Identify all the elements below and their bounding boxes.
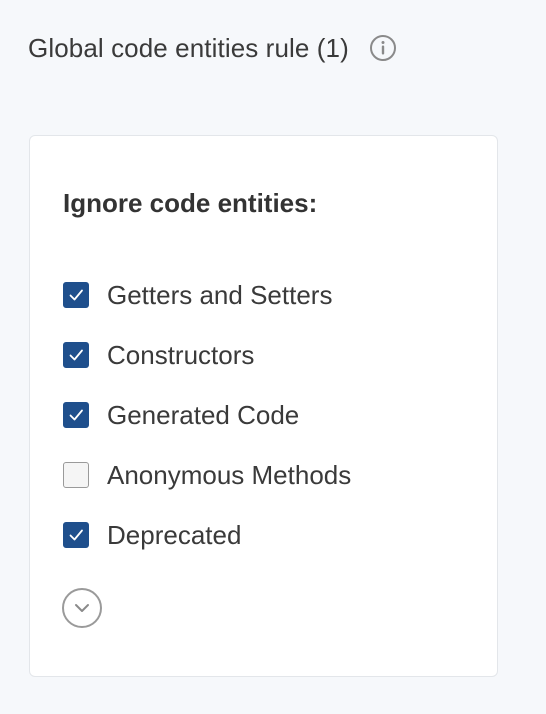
option-getters-and-setters[interactable]: Getters and Setters — [63, 265, 351, 325]
checkbox[interactable] — [63, 282, 89, 308]
checkbox[interactable] — [63, 402, 89, 428]
options-list: Getters and Setters Constructors Generat… — [63, 265, 351, 565]
option-label: Deprecated — [107, 519, 242, 550]
checkmark-icon — [69, 529, 83, 541]
card-heading: Ignore code entities: — [63, 188, 318, 218]
option-constructors[interactable]: Constructors — [63, 325, 351, 385]
checkbox[interactable] — [63, 342, 89, 368]
rule-title: Global code entities rule (1) — [28, 32, 349, 63]
option-label: Anonymous Methods — [107, 459, 352, 490]
rule-header: Global code entities rule (1) — [28, 30, 397, 66]
option-label: Generated Code — [107, 399, 300, 430]
checkmark-icon — [69, 409, 83, 421]
checkbox[interactable] — [63, 522, 89, 548]
chevron-down-icon — [75, 604, 89, 612]
info-icon[interactable] — [369, 34, 397, 62]
option-deprecated[interactable]: Deprecated — [63, 505, 351, 565]
option-anonymous-methods[interactable]: Anonymous Methods — [63, 445, 351, 505]
ignore-entities-card: Ignore code entities: Getters and Setter… — [29, 135, 498, 677]
expand-more-button[interactable] — [62, 588, 102, 628]
option-generated-code[interactable]: Generated Code — [63, 385, 351, 445]
checkmark-icon — [69, 289, 83, 301]
checkmark-icon — [69, 349, 83, 361]
option-label: Getters and Setters — [107, 279, 333, 310]
checkbox[interactable] — [63, 462, 89, 488]
option-label: Constructors — [107, 339, 255, 370]
